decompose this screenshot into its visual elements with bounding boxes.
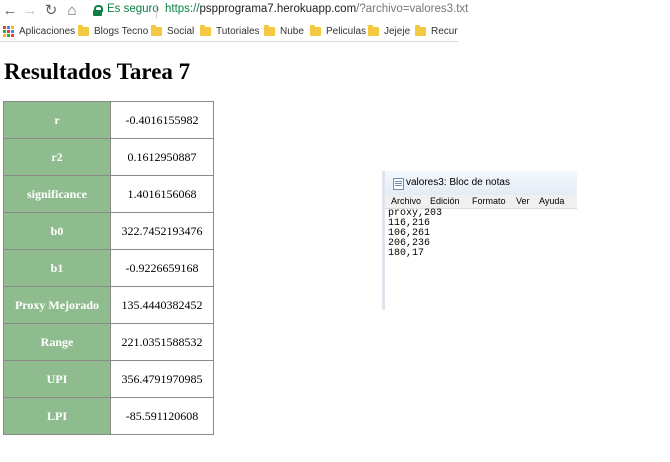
row-label: LPI: [3, 397, 111, 435]
address-bar: ← → ↻ ⌂ Es seguro https://pspprograma7.h…: [0, 0, 468, 22]
notepad-menubar: Archivo Edición Formato Ver Ayuda: [385, 195, 577, 209]
row-label: significance: [3, 175, 111, 213]
reload-icon[interactable]: ↻: [43, 2, 59, 20]
table-row: UPI 356.4791970985: [3, 360, 214, 398]
row-label: Proxy Mejorado: [3, 286, 111, 324]
folder-icon: [368, 25, 379, 36]
bookmark-label: Recurs: [431, 26, 458, 37]
row-value: 1.4016156068: [110, 175, 214, 213]
url-host: pspprograma7.herokuapp.com: [199, 3, 357, 15]
row-label: Range: [3, 323, 111, 361]
bookmark-label: Tutoriales: [216, 26, 260, 37]
table-row: LPI -85.591120608: [3, 397, 214, 435]
menu-ayuda[interactable]: Ayuda: [539, 196, 564, 206]
url-divider: [156, 4, 157, 18]
table-row: b0 322.7452193476: [3, 212, 214, 250]
secure-label[interactable]: Es seguro: [107, 3, 159, 15]
row-label: UPI: [3, 360, 111, 398]
folder-icon: [78, 25, 89, 36]
menu-edicion[interactable]: Edición: [430, 196, 460, 206]
results-table: r -0.4016155982 r2 0.1612950887 significan…: [3, 101, 214, 435]
notepad-icon: [393, 178, 404, 190]
forward-arrow-icon[interactable]: →: [22, 2, 38, 20]
menu-ver[interactable]: Ver: [516, 196, 530, 206]
folder-icon: [310, 25, 321, 36]
row-value: 356.4791970985: [110, 360, 214, 398]
folder-icon: [264, 25, 275, 36]
url-field[interactable]: https://pspprograma7.herokuapp.com/?arch…: [165, 3, 468, 15]
bookmark-label: Peliculas: [326, 26, 367, 37]
row-label: r2: [3, 138, 111, 176]
notepad-window: valores3: Bloc de notas Archivo Edición …: [382, 171, 577, 310]
menu-archivo[interactable]: Archivo: [391, 196, 421, 206]
row-value: -85.591120608: [110, 397, 214, 435]
folder-icon: [200, 25, 211, 36]
row-label: b1: [3, 249, 111, 287]
table-row: Proxy Mejorado 135.4440382452: [3, 286, 214, 324]
bookmark-label: Nube: [280, 26, 304, 37]
bookmark-label: Social: [167, 26, 195, 37]
notepad-title: valores3: Bloc de notas: [406, 177, 510, 188]
menu-formato[interactable]: Formato: [472, 196, 506, 206]
url-path: /?archivo=valores3.txt: [356, 3, 469, 15]
lock-icon: [93, 5, 103, 16]
table-row: significance 1.4016156068: [3, 175, 214, 213]
text-line: 180,17: [388, 248, 425, 259]
apps-grid-icon: [3, 26, 14, 37]
page-title: Resultados Tarea 7: [4, 59, 191, 84]
row-value: -0.9226659168: [110, 249, 214, 287]
table-row: r -0.4016155982: [3, 101, 214, 139]
table-row: Range 221.0351588532: [3, 323, 214, 361]
folder-icon: [415, 25, 426, 36]
bookmark-label: Aplicaciones: [19, 26, 76, 37]
row-value: 322.7452193476: [110, 212, 214, 250]
row-value: -0.4016155982: [110, 101, 214, 139]
row-value: 221.0351588532: [110, 323, 214, 361]
folder-icon: [151, 25, 162, 36]
row-value: 0.1612950887: [110, 138, 214, 176]
table-row: b1 -0.9226659168: [3, 249, 214, 287]
bookmark-label: Blogs Tecno: [94, 26, 149, 37]
bookmark-label: Jejeje: [384, 26, 411, 37]
table-row: r2 0.1612950887: [3, 138, 214, 176]
row-label: r: [3, 101, 111, 139]
notepad-text-area[interactable]: proxy,203 116,216 106,261 206,236 180,17: [388, 209, 442, 259]
url-protocol: https://: [165, 3, 200, 15]
back-arrow-icon[interactable]: ←: [2, 2, 18, 20]
bookmarks-bar: Aplicaciones Blogs Tecno Social Tutorial…: [0, 22, 458, 42]
row-value: 135.4440382452: [110, 286, 214, 324]
row-label: b0: [3, 212, 111, 250]
notepad-titlebar[interactable]: valores3: Bloc de notas: [385, 171, 577, 195]
home-icon[interactable]: ⌂: [64, 2, 80, 20]
